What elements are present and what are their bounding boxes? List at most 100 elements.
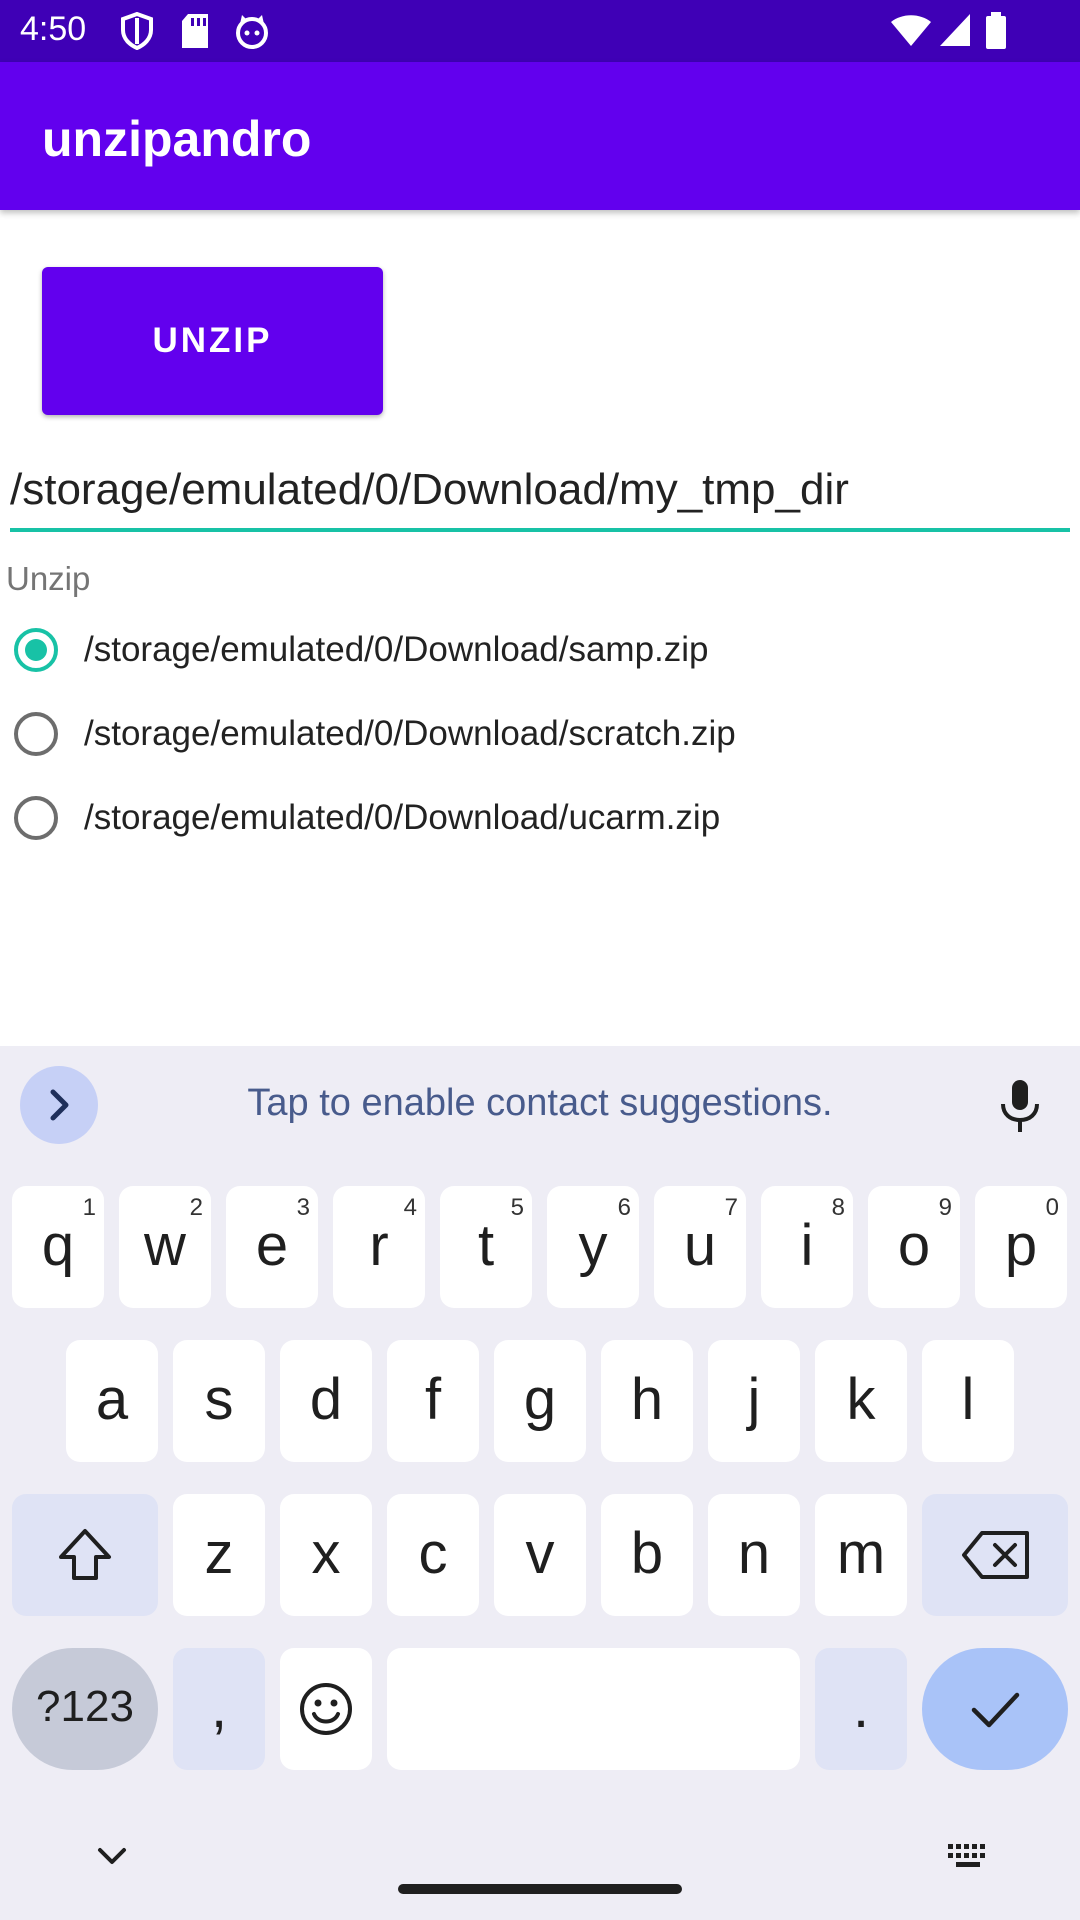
- key-y[interactable]: y6: [547, 1186, 639, 1308]
- radio-option-scratch-zip[interactable]: /storage/emulated/0/Download/scratch.zip: [10, 696, 1010, 776]
- backspace-key[interactable]: [922, 1494, 1068, 1616]
- app-bar: unzipandro: [0, 62, 1080, 210]
- key-p[interactable]: p0: [975, 1186, 1067, 1308]
- key-i[interactable]: i8: [761, 1186, 853, 1308]
- key-label: d: [309, 1367, 343, 1432]
- key-label: e: [255, 1213, 289, 1278]
- radio-button[interactable]: [14, 796, 58, 840]
- key-label: z: [204, 1521, 234, 1586]
- done-key[interactable]: [922, 1648, 1068, 1770]
- suggestion-text[interactable]: Tap to enable contact suggestions.: [0, 1082, 1080, 1125]
- key-hint: 8: [831, 1194, 845, 1221]
- radio-option-samp-zip[interactable]: /storage/emulated/0/Download/samp.zip: [10, 612, 1010, 692]
- key-x[interactable]: x: [280, 1494, 372, 1616]
- key-j[interactable]: j: [708, 1340, 800, 1462]
- key-d[interactable]: d: [280, 1340, 372, 1462]
- sd-card-icon: [180, 12, 210, 55]
- key-label: f: [424, 1367, 442, 1432]
- key-s[interactable]: s: [173, 1340, 265, 1462]
- key-w[interactable]: w2: [119, 1186, 211, 1308]
- key-label: u: [683, 1213, 717, 1278]
- key-g[interactable]: g: [494, 1340, 586, 1462]
- key-hint: 6: [617, 1194, 631, 1221]
- radio-group-label: Unzip: [6, 560, 91, 597]
- unzip-button[interactable]: UNZIP: [42, 267, 383, 415]
- key-e[interactable]: e3: [226, 1186, 318, 1308]
- key-t[interactable]: t5: [440, 1186, 532, 1308]
- battery-icon: [984, 12, 1008, 55]
- key-label: n: [737, 1521, 771, 1586]
- key-hint: 4: [403, 1194, 417, 1221]
- key-u[interactable]: u7: [654, 1186, 746, 1308]
- key-hint: 9: [938, 1194, 952, 1221]
- key-k[interactable]: k: [815, 1340, 907, 1462]
- check-icon: [971, 1692, 1020, 1728]
- key-label: a: [95, 1367, 129, 1432]
- key-o[interactable]: o9: [868, 1186, 960, 1308]
- key-label: t: [477, 1213, 495, 1278]
- cat-face-icon: [233, 12, 271, 55]
- key-label: w: [144, 1213, 186, 1278]
- app-title: unzipandro: [42, 111, 312, 167]
- key-q[interactable]: q1: [12, 1186, 104, 1308]
- key-label: j: [747, 1367, 761, 1432]
- key-label: c: [418, 1521, 448, 1586]
- home-gesture-handle[interactable]: [398, 1884, 682, 1894]
- space-key[interactable]: [387, 1648, 800, 1770]
- key-label: ,: [210, 1675, 228, 1740]
- key-l[interactable]: l: [922, 1340, 1014, 1462]
- key-label: v: [525, 1521, 555, 1586]
- keyboard-icon[interactable]: [946, 1842, 990, 1872]
- key-r[interactable]: r4: [333, 1186, 425, 1308]
- radio-option-label: /storage/emulated/0/Download/ucarm.zip: [84, 798, 721, 837]
- shield-icon: [120, 11, 154, 55]
- chevron-down-icon[interactable]: [92, 1842, 132, 1872]
- key-label: l: [961, 1367, 975, 1432]
- key-label: x: [311, 1521, 341, 1586]
- key-c[interactable]: c: [387, 1494, 479, 1616]
- comma-key[interactable]: ,: [173, 1648, 265, 1770]
- key-f[interactable]: f: [387, 1340, 479, 1462]
- suggestion-bar: Tap to enable contact suggestions.: [0, 1046, 1080, 1166]
- radio-option-ucarm-zip[interactable]: /storage/emulated/0/Download/ucarm.zip: [10, 780, 1010, 860]
- key-m[interactable]: m: [815, 1494, 907, 1616]
- key-n[interactable]: n: [708, 1494, 800, 1616]
- destination-path-input[interactable]: /storage/emulated/0/Download/my_tmp_dir: [10, 458, 1070, 532]
- radio-button[interactable]: [14, 712, 58, 756]
- symbols-key[interactable]: ?123: [12, 1648, 158, 1770]
- backspace-icon: [962, 1531, 1029, 1579]
- key-label: r: [369, 1213, 389, 1278]
- cell-signal-icon: [938, 12, 972, 53]
- shift-icon: [59, 1529, 111, 1580]
- key-v[interactable]: v: [494, 1494, 586, 1616]
- key-label: h: [630, 1367, 664, 1432]
- key-label: .: [852, 1675, 870, 1740]
- key-label: k: [846, 1367, 876, 1432]
- key-label: y: [578, 1213, 608, 1278]
- key-label: m: [836, 1521, 886, 1586]
- key-hint: 0: [1045, 1194, 1059, 1221]
- key-hint: 5: [510, 1194, 524, 1221]
- period-key[interactable]: .: [815, 1648, 907, 1770]
- radio-option-label: /storage/emulated/0/Download/scratch.zip: [84, 714, 736, 753]
- key-hint: 2: [189, 1194, 203, 1221]
- emoji-icon: [300, 1683, 352, 1735]
- key-label: o: [897, 1213, 931, 1278]
- key-label: s: [204, 1367, 234, 1432]
- key-b[interactable]: b: [601, 1494, 693, 1616]
- key-h[interactable]: h: [601, 1340, 693, 1462]
- status-bar: 4:50: [0, 0, 1080, 62]
- emoji-key[interactable]: [280, 1648, 372, 1770]
- key-label: ?123: [36, 1682, 134, 1731]
- key-label: g: [523, 1367, 557, 1432]
- mic-icon[interactable]: [990, 1076, 1050, 1136]
- key-a[interactable]: a: [66, 1340, 158, 1462]
- key-z[interactable]: z: [173, 1494, 265, 1616]
- status-time: 4:50: [20, 10, 87, 48]
- key-label: b: [630, 1521, 664, 1586]
- key-hint: 7: [724, 1194, 738, 1221]
- radio-option-label: /storage/emulated/0/Download/samp.zip: [84, 630, 709, 669]
- soft-keyboard: Tap to enable contact suggestions. q1 w2…: [0, 1046, 1080, 1920]
- shift-key[interactable]: [12, 1494, 158, 1616]
- radio-button-checked[interactable]: [14, 628, 58, 672]
